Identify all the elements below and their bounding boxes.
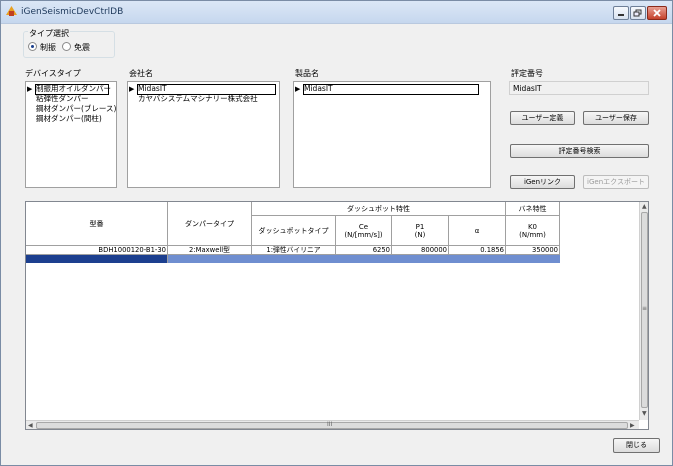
list-item[interactable]: ▶ MidasIT [294,84,490,95]
header-p1[interactable]: P1 (N) [392,216,449,246]
header-dashpot-type[interactable]: ダッシュポットタイプ [252,216,336,246]
radio-seishin-label: 制振 [40,43,56,52]
scroll-right-icon[interactable]: ▶ [630,422,635,429]
type-select-label: タイプ選択 [28,28,70,39]
cert-search-button[interactable]: 評定番号検索 [510,144,649,158]
header-dashpot-group: ダッシュポット特性 [252,202,506,216]
close-button[interactable]: 閉じる [613,438,660,453]
list-item-label: 粘弾性ダンパー [36,94,89,103]
list-item[interactable]: ▶ MidasIT [128,84,279,95]
horizontal-scroll-thumb[interactable]: III [36,421,628,429]
radio-menshin-label: 免震 [74,43,90,52]
company-label: 会社名 [129,69,153,78]
cell-model[interactable]: BDH1000120-B1-30 [26,246,168,255]
row-pointer-icon: ▶ [295,85,301,93]
header-k0-unit: (N/mm) [519,230,546,239]
cert-number-field: MidasIT [509,81,649,95]
title-bar: iGenSeismicDevCtrlDB [1,1,672,24]
restore-icon [633,9,642,17]
cert-label: 評定番号 [511,69,543,78]
list-item-label: 制振用オイルダンパー [36,84,111,93]
list-item-label: 鋼材ダンパー(ブレース) [36,104,117,113]
row-pointer-icon: ▶ [27,85,33,93]
header-k0[interactable]: K0 (N/mm) [506,216,560,246]
minimize-icon [618,14,624,16]
minimize-button[interactable] [613,6,629,20]
device-type-list[interactable]: ▶ 制振用オイルダンパー 粘弾性ダンパー 鋼材ダンパー(ブレース) 鋼材ダンパー… [25,81,117,188]
header-alpha[interactable]: α [449,216,506,246]
user-save-button[interactable]: ユーザー保存 [583,111,649,125]
thumb-grip-icon: III [327,421,333,428]
header-k0-label: K0 [527,222,538,231]
vertical-scroll-thumb[interactable]: ≡ [641,212,648,408]
scroll-up-icon[interactable]: ▲ [642,203,647,210]
close-icon [653,9,661,17]
cell-k0[interactable]: 350000 [506,246,560,255]
list-item-label: 鋼材ダンパー(間柱) [36,114,102,123]
device-type-label: デバイスタイプ [25,69,81,78]
scroll-down-icon[interactable]: ▼ [642,410,647,417]
app-icon [6,6,17,16]
list-item-label: MidasIT [138,84,167,93]
header-model[interactable]: 型番 [26,202,168,246]
user-define-button[interactable]: ユーザー定義 [510,111,575,125]
radio-menshin[interactable] [62,42,71,51]
horizontal-scrollbar[interactable]: ◀ III ▶ [26,420,639,429]
product-list[interactable]: ▶ MidasIT [293,81,491,188]
maximize-button[interactable] [630,6,646,20]
new-row-cells[interactable] [168,255,560,263]
cell-ce[interactable]: 6250 [336,246,392,255]
product-label: 製品名 [295,69,319,78]
header-spring-group: バネ特性 [506,202,560,216]
cell-damper-type[interactable]: 2:Maxwell型 [168,246,252,255]
igen-export-button[interactable]: iGenエクスポート [583,175,649,189]
close-window-button[interactable] [647,6,667,20]
cell-alpha[interactable]: 0.1856 [449,246,506,255]
radio-seishin[interactable] [28,42,37,51]
list-item-label: カヤバシステムマシナリー株式会社 [138,94,258,103]
row-pointer-icon: ▶ [129,85,135,93]
list-item[interactable]: 鋼材ダンパー(ブレース) [26,104,116,114]
window-title: iGenSeismicDevCtrlDB [21,7,124,17]
cell-dashpot-type[interactable]: 1:弾性バイリニア [252,246,336,255]
list-item-label: MidasIT [304,84,333,93]
header-p1-unit: (N) [414,230,426,239]
cell-p1[interactable]: 800000 [392,246,449,255]
list-item[interactable]: 鋼材ダンパー(間柱) [26,114,116,124]
igen-link-button[interactable]: iGenリンク [510,175,575,189]
scroll-left-icon[interactable]: ◀ [28,422,33,429]
header-ce-unit: (N/[mm/s]) [344,230,383,239]
vertical-scrollbar[interactable]: ▲ ≡ ▼ [639,202,648,420]
new-row-cell[interactable] [26,255,168,263]
main-window: iGenSeismicDevCtrlDB タイプ選択 制振 免震 デバイスタイプ… [0,0,673,466]
list-item[interactable]: ▶ 制振用オイルダンパー [26,84,116,95]
data-grid[interactable]: 型番 ダンパータイプ ダッシュポット特性 バネ特性 ダッシュポットタイプ Ce … [25,201,649,430]
list-item[interactable]: 粘弾性ダンパー [26,94,116,104]
thumb-grip-icon: ≡ [642,305,648,312]
header-p1-label: P1 [415,222,425,231]
header-ce[interactable]: Ce (N/[mm/s]) [336,216,392,246]
header-ce-label: Ce [358,222,369,231]
header-damper-type[interactable]: ダンパータイプ [168,202,252,246]
list-item[interactable]: カヤバシステムマシナリー株式会社 [128,94,279,104]
company-list[interactable]: ▶ MidasIT カヤバシステムマシナリー株式会社 [127,81,280,188]
